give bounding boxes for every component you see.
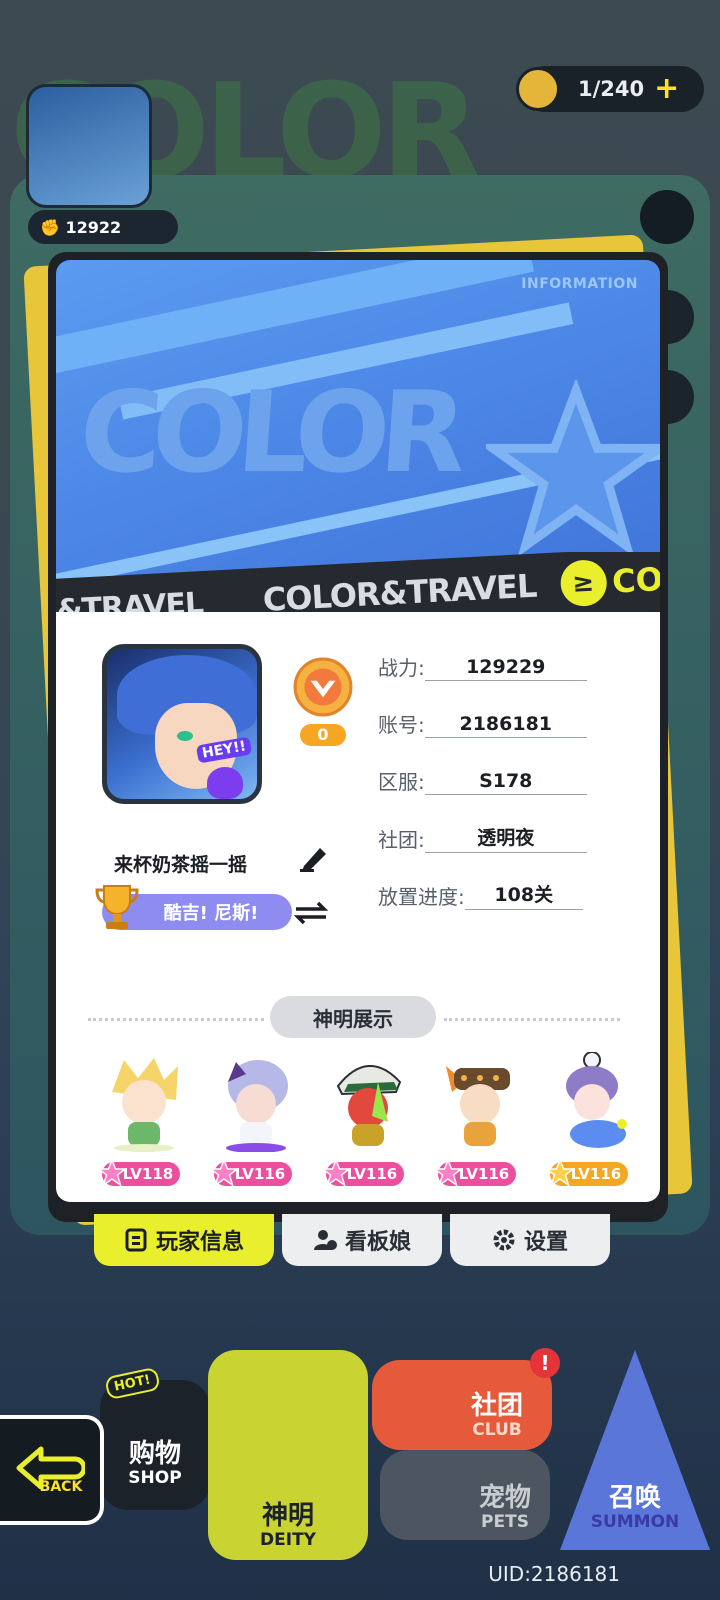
info-row-account: 账号: 2186181 (378, 709, 587, 738)
deity-card[interactable]: LV116 (542, 1052, 642, 1192)
document-icon (125, 1228, 147, 1252)
divider (444, 1018, 620, 1021)
deity-level-badge: LV118 (96, 1157, 180, 1187)
energy-value: 1/240 (578, 77, 645, 101)
nav-club-label: 社团 (470, 1390, 523, 1421)
deity-level: LV116 (346, 1165, 398, 1183)
banner-tag: INFORMATION (521, 276, 638, 292)
nav-shop-sub: SHOP (128, 1468, 182, 1488)
nav-pets[interactable]: 宠物 PETS (380, 1450, 550, 1540)
edit-name-icon[interactable] (298, 842, 332, 872)
deity-card[interactable]: LV116 (430, 1052, 530, 1192)
deity-card[interactable]: LV116 (206, 1052, 306, 1192)
star-icon (486, 380, 660, 557)
info-value: 129229 (424, 656, 587, 681)
add-energy-button[interactable]: + (654, 74, 679, 104)
star-icon (208, 1157, 240, 1187)
hot-badge: HOT! (104, 1366, 161, 1401)
side-menu-button[interactable] (640, 190, 694, 244)
player-avatar[interactable]: HEY!! (102, 644, 262, 804)
nav-summon[interactable]: 召唤 SUMMON (560, 1350, 710, 1550)
info-row-server: 区服: S178 (378, 766, 587, 795)
nav-summon-sub: SUMMON (590, 1512, 680, 1532)
deity-level-badge: LV116 (544, 1157, 628, 1187)
travel-logo-icon: ≥ (559, 558, 608, 608)
deity-figure (226, 1060, 288, 1152)
back-button[interactable]: BACK (0, 1415, 104, 1525)
info-value: 108关 (464, 880, 583, 910)
deity-figure (112, 1058, 178, 1152)
power-pill: ✊ 12922 (28, 210, 178, 244)
deity-level: LV116 (234, 1165, 286, 1183)
back-arrow-icon (16, 1446, 85, 1490)
energy-counter: 1/240 + (516, 66, 704, 112)
rank-emblem-icon[interactable] (292, 656, 354, 718)
deity-level-badge: LV116 (320, 1157, 404, 1187)
info-label: 放置进度: (378, 885, 465, 909)
nav-pets-label: 宠物 (478, 1482, 531, 1513)
nav-deity-label: 神明 (261, 1500, 314, 1531)
bottom-nav: HOT! 购物 SHOP 神明 DEITY 社团 CLUB ! 宠物 PETS … (0, 1310, 720, 1570)
deity-figure (566, 1052, 627, 1148)
ghost-icon (207, 767, 243, 799)
tab-label: 设置 (523, 1230, 568, 1255)
tab-player-info[interactable]: 玩家信息 (94, 1214, 274, 1266)
power-value-partial: 12922 (65, 217, 122, 237)
nav-club-sub: CLUB (472, 1420, 522, 1440)
energy-coin-icon (516, 67, 560, 111)
info-row-club: 社团: 透明夜 (378, 823, 587, 853)
player-info-modal: INFORMATION COLOR &TRAVEL COLOR&TRAVEL ≥… (48, 252, 668, 1222)
nav-pets-sub: PETS (481, 1512, 529, 1532)
divider (88, 1018, 264, 1021)
info-banner: INFORMATION COLOR (56, 260, 660, 600)
trophy-icon (95, 885, 139, 929)
nav-shop[interactable]: HOT! 购物 SHOP (100, 1366, 210, 1510)
gear-icon (493, 1229, 515, 1251)
star-icon (320, 1157, 352, 1187)
rank-value: 0 (300, 724, 346, 746)
info-value: S178 (424, 770, 587, 795)
deity-showcase-title: 神明展示 (270, 996, 436, 1038)
player-nickname: 来杯奶茶摇一摇 (114, 854, 248, 876)
nav-deity-sub: DEITY (260, 1530, 316, 1550)
tab-settings[interactable]: 设置 (450, 1214, 610, 1266)
deity-level: LV116 (570, 1165, 622, 1183)
deity-figure (446, 1066, 510, 1146)
title-badge-text: 酷吉! 尼斯! (163, 903, 259, 924)
info-label: 区服: (378, 770, 425, 794)
info-row-power: 战力: 129229 (378, 652, 587, 681)
info-label: 社团: (378, 828, 425, 852)
alert-badge: ! (530, 1348, 560, 1378)
deity-figure (336, 1065, 402, 1146)
nav-summon-label: 召唤 (608, 1482, 661, 1513)
ribbon-text-end: CO (611, 559, 660, 601)
deity-card[interactable]: LV118 (94, 1052, 194, 1192)
info-label: 账号: (378, 713, 425, 737)
info-content: HEY!! 0 来杯奶茶摇一摇 酷吉! 尼斯! 战力: 129229 账号: 2… (56, 612, 660, 1202)
tab-mascot[interactable]: 看板娘 (282, 1214, 442, 1266)
star-icon (432, 1157, 464, 1187)
user-icon (313, 1230, 337, 1250)
info-value: 2186181 (424, 713, 587, 738)
uid-label: UID:2186181 (488, 1562, 620, 1586)
info-row-idle-progress: 放置进度: 108关 (378, 880, 583, 910)
info-label: 战力: (378, 656, 425, 680)
deity-level: LV116 (458, 1165, 510, 1183)
info-value: 透明夜 (424, 823, 587, 853)
star-icon (96, 1157, 128, 1187)
deity-card[interactable]: LV116 (318, 1052, 418, 1192)
deity-level-badge: LV116 (208, 1157, 292, 1187)
banner-word: COLOR (75, 368, 461, 498)
nav-shop-label: 购物 (128, 1438, 181, 1469)
nav-club[interactable]: 社团 CLUB (372, 1360, 552, 1450)
player-avatar-small[interactable] (26, 84, 152, 208)
deity-level-badge: LV116 (432, 1157, 516, 1187)
tab-label: 看板娘 (344, 1230, 411, 1255)
deity-level: LV118 (122, 1165, 174, 1183)
nav-deity[interactable]: 神明 DEITY (208, 1350, 368, 1560)
swap-title-icon[interactable] (292, 900, 330, 926)
star-icon (544, 1157, 576, 1187)
tab-label: 玩家信息 (155, 1230, 244, 1255)
